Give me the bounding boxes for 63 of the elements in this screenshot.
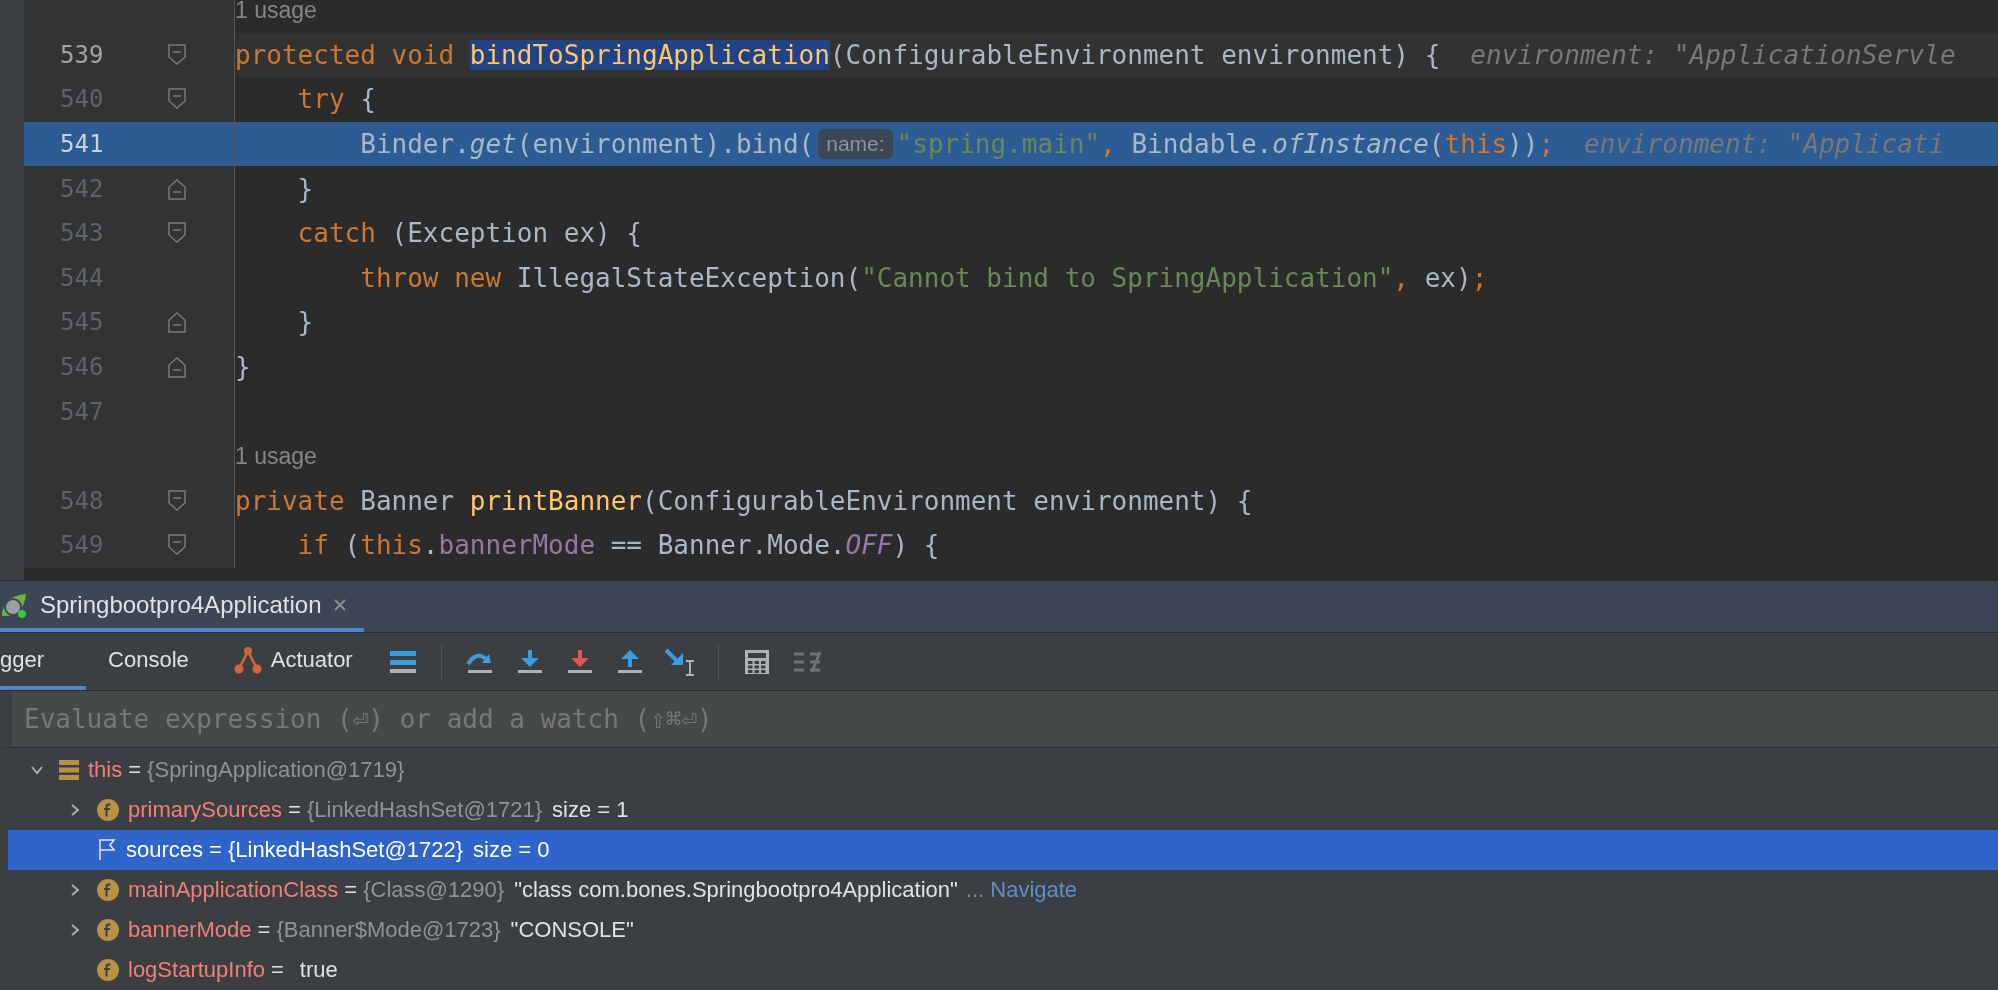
fold-icon[interactable] [168, 311, 186, 334]
code-text: } [235, 352, 251, 383]
usage-hint[interactable]: 1 usage [235, 0, 317, 24]
flag-icon [96, 838, 118, 862]
code-text: private Banner printBanner(ConfigurableEnvironment environment) { [235, 485, 1253, 516]
panel-tab[interactable]: Console [86, 633, 211, 690]
variable-value: "CONSOLE" [510, 917, 634, 943]
variable-name: primarySources [128, 797, 283, 823]
code-text: } [296, 173, 314, 204]
equals-sign: = [288, 797, 301, 823]
line-number: 539 [59, 40, 105, 69]
variable-name: mainApplicationClass [128, 877, 339, 903]
variable-name: logStartupInfo [128, 957, 265, 983]
variable-type: {SpringApplication@1719} [147, 757, 405, 783]
code-text: if (this.bannerMode == Banner.Mode.OFF) { [296, 530, 940, 561]
fold-icon[interactable] [168, 43, 186, 66]
code-text: } [296, 307, 314, 338]
variable-value: "class com.bones.Springbootpro4Application" [514, 877, 958, 903]
code-text: "spring.main", Bindable.ofInstance(this)); [896, 129, 1555, 160]
variable-type: {Banner$Mode@1723} [276, 917, 501, 943]
code-text: protected void bindToSpringApplication(ConfigurableEnvironment environment) { [235, 39, 1441, 70]
code-text: throw new IllegalStateException("Cannot bind to SpringApplication", ex); [359, 262, 1488, 293]
fold-icon[interactable] [168, 534, 186, 557]
variable-size: size = 0 [473, 837, 550, 863]
calculator-icon [742, 647, 771, 676]
variable-size: size = 1 [552, 797, 629, 823]
stack-icon [58, 759, 80, 781]
layout-icon [387, 648, 418, 675]
variable-type: {LinkedHashSet@1722} [227, 837, 464, 863]
equals-sign: = [209, 837, 222, 863]
code-text: try { [296, 84, 376, 115]
fold-icon[interactable] [168, 222, 186, 245]
fold-icon[interactable] [168, 356, 186, 379]
panel-tab[interactable]: Actuator [210, 633, 375, 690]
close-icon[interactable] [331, 596, 348, 613]
selected-variable-row[interactable]: sources = {LinkedHashSet@1722} size = 0 [8, 830, 1998, 870]
fold-icon[interactable] [168, 489, 186, 512]
code-text: Binder.get(environment).bind( [359, 129, 815, 160]
field-icon [96, 798, 120, 822]
variable-name: bannerMode [128, 917, 252, 943]
variable-type: {Class@1290} [363, 877, 505, 903]
variable-type: {LinkedHashSet@1721} [306, 797, 543, 823]
variable-value: true [299, 957, 338, 983]
fold-icon[interactable] [168, 177, 186, 200]
parameter-hint: name: [818, 129, 893, 160]
equals-sign: = [257, 917, 271, 943]
field-icon [96, 878, 120, 902]
session-tab[interactable]: Springbootpro4Application [0, 581, 364, 633]
field-icon [96, 958, 120, 982]
actuator-icon [232, 644, 263, 675]
line-number: 541 [59, 130, 105, 159]
variable-name: this [88, 757, 123, 783]
equals-sign: = [271, 957, 284, 983]
code-text: catch (Exception ex) { [296, 218, 642, 249]
inline-value-hint: environment: "Applicati [1584, 129, 1945, 160]
equals-sign: = [128, 757, 142, 783]
inline-value-hint: environment: "ApplicationServle [1470, 39, 1956, 70]
variable-name: sources [126, 837, 204, 863]
fold-icon[interactable] [168, 88, 186, 111]
usage-hint[interactable]: 1 usage [235, 442, 317, 470]
field-icon [96, 918, 120, 942]
equals-sign: = [344, 877, 358, 903]
run-to-cursor-icon [662, 646, 697, 677]
